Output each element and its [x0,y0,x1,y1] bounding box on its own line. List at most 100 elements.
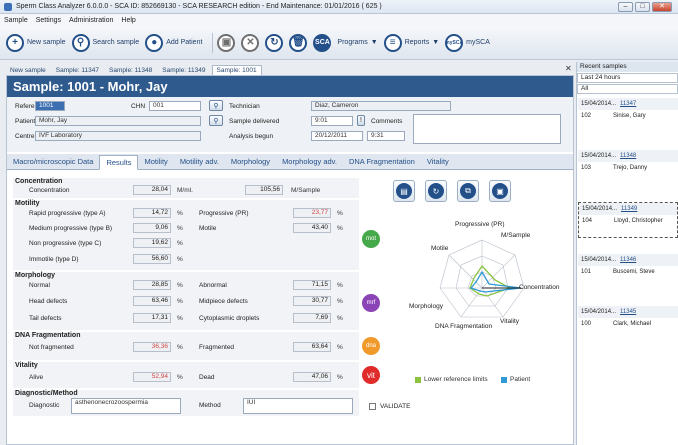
refresh-chart-button[interactable]: ↻ [425,180,447,202]
save-button[interactable]: ▣ [217,33,236,52]
radar-label-conc: Concentration [519,284,560,291]
recent-sample-item[interactable]: 15/04/2014... 11345 100 Clark, Michael [578,306,678,340]
per-sample-value: 105,56 [245,185,283,195]
comments-field[interactable] [413,114,561,144]
sample-delivered-time[interactable]: 9:01 [311,116,353,126]
normal-value: 28,85 [133,280,171,290]
diagnostic-heading: Diagnostic/Method [15,390,78,397]
sample-link[interactable]: 11348 [620,153,636,159]
sample-link[interactable]: 11346 [620,257,636,263]
motile-value: 43,40 [293,223,331,233]
dna-badge[interactable]: dna [362,337,380,355]
frag-value: 63,64 [293,342,331,352]
delete-button[interactable]: 🗑 [289,33,308,52]
analysis-time-field[interactable]: 9:31 [367,131,405,141]
patient-search-button[interactable]: ⚲ [209,115,223,126]
patient-field[interactable]: Mohr, Jay [35,116,201,126]
concentration-label: Concentration [29,187,70,194]
cancel-button[interactable]: ✕ [241,33,260,52]
recent-sample-item-selected[interactable]: 15/04/2014... 11349 104 Lloyd, Christopher [578,202,678,238]
sample-link[interactable]: 11349 [621,206,637,212]
close-button[interactable]: ✕ [652,2,672,12]
refresh-icon: ↻ [265,33,284,52]
tab-results[interactable]: Results [99,155,139,170]
dna-heading: DNA Fragmentation [15,332,81,339]
radar-label-msample: M/Sample [501,232,531,239]
image-icon: ▣ [492,183,508,199]
programs-button[interactable]: Programs ▼ [337,39,377,46]
reports-button[interactable]: ≡ Reports ▼ [383,33,439,52]
chn-field[interactable]: 001 [149,101,201,111]
per-sample-unit: M/Sample [291,187,321,194]
search-sample-button[interactable]: ⚲ Search sample [71,33,139,52]
recent-samples-panel: Recent samples Last 24 hours All 15/04/2… [576,62,678,445]
filter-select[interactable]: All [577,84,678,94]
sample-link[interactable]: 11347 [620,101,636,107]
recent-sample-date: 15/04/2014... 11345 [578,306,678,318]
sca-button[interactable]: SCA [313,33,332,52]
recent-sample-item[interactable]: 15/04/2014... 11346 101 Buscemi, Steve [578,254,678,288]
refresh-button[interactable]: ↻ [265,33,284,52]
sample-form: Reference 1001 CHN 001 ⚲ Technician Diaz… [7,97,573,152]
concentration-unit: M/ml. [177,187,193,194]
copy-button[interactable]: ⧉ [457,180,479,202]
user-icon: ● [145,33,164,52]
centre-select[interactable]: IVF Laboratory [35,131,201,141]
medium-label: Medium progressive (type B) [29,225,113,232]
legend-lower-swatch [415,376,421,383]
recent-sample-item[interactable]: 15/04/2014... 11348 103 Trejo, Danny [578,150,678,184]
recent-sample-date: 15/04/2014... 11346 [578,254,678,266]
tab-sample-11348[interactable]: Sample: 11348 [105,66,156,75]
tab-motility-adv[interactable]: Motility adv. [174,155,225,168]
midpiece-value: 30,77 [293,296,331,306]
document-button[interactable]: ▤ [393,180,415,202]
tab-motility[interactable]: Motility [138,155,173,168]
maximize-button[interactable]: □ [635,2,650,12]
tab-macro-micro[interactable]: Macro/microscopic Data [7,155,99,168]
recent-sample-item[interactable]: 15/04/2014... 11347 102 Sinise, Gary [578,98,678,132]
tail-label: Tail defects [29,315,62,322]
analysis-date-field[interactable]: 20/12/2011 [311,131,363,141]
method-field[interactable]: IUI [243,398,353,414]
new-sample-button[interactable]: + New sample [6,33,66,52]
mrf-badge[interactable]: mrf [362,294,380,312]
exclamation-icon[interactable]: ! [357,115,365,126]
sample-link[interactable]: 11345 [620,309,636,315]
tab-new-sample[interactable]: New sample [6,66,50,75]
menu-settings[interactable]: Settings [36,17,61,24]
minimize-button[interactable]: – [618,2,633,12]
refresh-icon: ↻ [428,183,444,199]
menu-administration[interactable]: Administration [69,17,113,24]
technician-field[interactable]: Diaz, Cameron [311,101,451,111]
tab-morphology[interactable]: Morphology [225,155,276,168]
programs-label: Programs [337,39,368,46]
mot-badge[interactable]: mot [362,230,380,248]
validate-checkbox[interactable] [369,403,376,410]
tab-sample-1001[interactable]: Sample: 1001 [211,65,262,75]
diagnostic-label: Diagnostic [29,402,60,409]
motile-label: Motile [199,225,217,232]
tab-dna-fragmentation[interactable]: DNA Fragmentation [343,155,421,168]
rapid-value: 14,72 [133,208,171,218]
pr-label: Progressive (PR) [199,210,249,217]
menu-help[interactable]: Help [121,17,135,24]
tab-vitality[interactable]: Vitality [421,155,455,168]
results-content: Concentration Concentration 28,04 M/ml. … [7,172,573,442]
normal-label: Normal [29,282,50,289]
reference-field[interactable]: 1001 [35,101,65,111]
image-button[interactable]: ▣ [489,180,511,202]
mysca-button[interactable]: mySCA mySCA [445,33,490,52]
page-title: Sample: 1001 - Mohr, Jay [7,76,573,97]
diagnostic-field[interactable]: asthenonecrozoospermia [71,398,181,414]
tab-sample-11347[interactable]: Sample: 11347 [52,66,103,75]
save-icon: ▣ [217,33,236,52]
time-range-select[interactable]: Last 24 hours [577,73,678,83]
tab-sample-11349[interactable]: Sample: 11349 [158,66,209,75]
search-chn-button[interactable]: ⚲ [209,100,223,111]
close-tab-icon[interactable]: ✕ [565,64,572,73]
tab-morphology-adv[interactable]: Morphology adv. [276,155,343,168]
menu-sample[interactable]: Sample [4,17,28,24]
patient-name: Sinise, Gary [613,113,646,119]
vit-badge[interactable]: vit [362,366,380,384]
add-patient-button[interactable]: ● Add Patient [145,33,202,52]
